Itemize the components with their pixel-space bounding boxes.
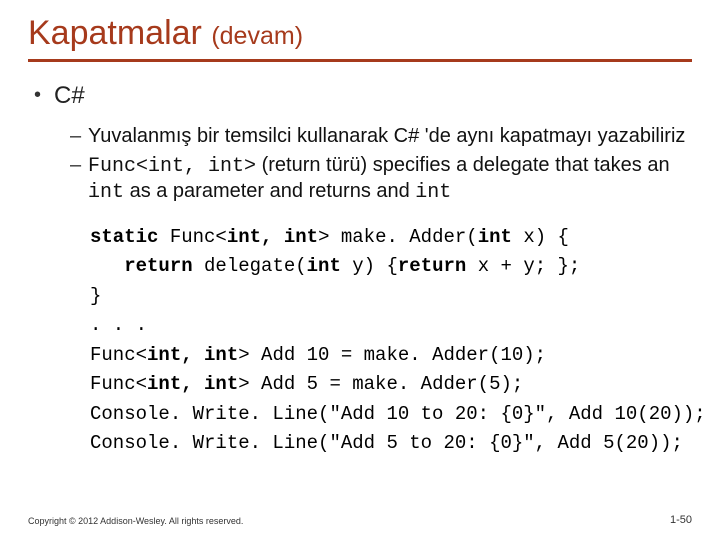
c1d: > make. Adder( [318,226,478,248]
c5c: > Add 10 = make. Adder(10); [238,344,546,366]
sub-bullet-2: Func<int, int> (return türü) specifies a… [70,153,692,205]
sub-bullet-1-text: Yuvalanmış bir temsilci kullanarak C# 'd… [88,125,685,147]
title-main: Kapatmalar [28,14,202,52]
c6b: int, int [147,373,238,395]
bullet-item-csharp: C# Yuvalanmış bir temsilci kullanarak C#… [34,82,692,205]
slide-title: Kapatmalar (devam) [28,14,692,53]
title-sub: (devam) [211,22,303,50]
slide: Kapatmalar (devam) C# Yuvalanmış bir tem… [0,0,720,540]
bullet-list: C# Yuvalanmış bir temsilci kullanarak C#… [34,82,692,205]
c1b: Func< [158,226,226,248]
sub-bullet-1: Yuvalanmış bir temsilci kullanarak C# 'd… [70,124,692,149]
c5a: Func< [90,344,147,366]
c2d: y) { [341,255,398,277]
bullet-text: C# [54,82,85,109]
c4: . . . [90,314,147,336]
c2f: x + y; }; [466,255,580,277]
c3: } [90,285,101,307]
sub2-mid: (return türü) specifies a delegate that … [256,154,670,176]
code-inline-int2: int [415,181,451,204]
c2b: delegate( [193,255,307,277]
kw-return2: return [398,255,466,277]
sub2-mid2: as a parameter and returns and [124,180,415,202]
code-inline-func: Func<int, int> [88,155,256,178]
c7: Console. Write. Line("Add 10 to 20: {0}"… [90,403,706,425]
c2c: int [307,255,341,277]
c1e: int [478,226,512,248]
kw-static: static [90,226,158,248]
kw-return1: return [90,255,193,277]
title-rule [28,59,692,62]
c8: Console. Write. Line("Add 5 to 20: {0}",… [90,432,683,454]
code-block: static Func<int, int> make. Adder(int x)… [90,223,692,459]
sub-bullet-list: Yuvalanmış bir temsilci kullanarak C# 'd… [70,124,692,205]
c6a: Func< [90,373,147,395]
c5b: int, int [147,344,238,366]
c1f: x) { [512,226,569,248]
page-number: 1-50 [670,514,692,526]
c1c: int, int [227,226,318,248]
copyright-footer: Copyright © 2012 Addison-Wesley. All rig… [28,516,243,526]
c6c: > Add 5 = make. Adder(5); [238,373,523,395]
code-inline-int1: int [88,181,124,204]
